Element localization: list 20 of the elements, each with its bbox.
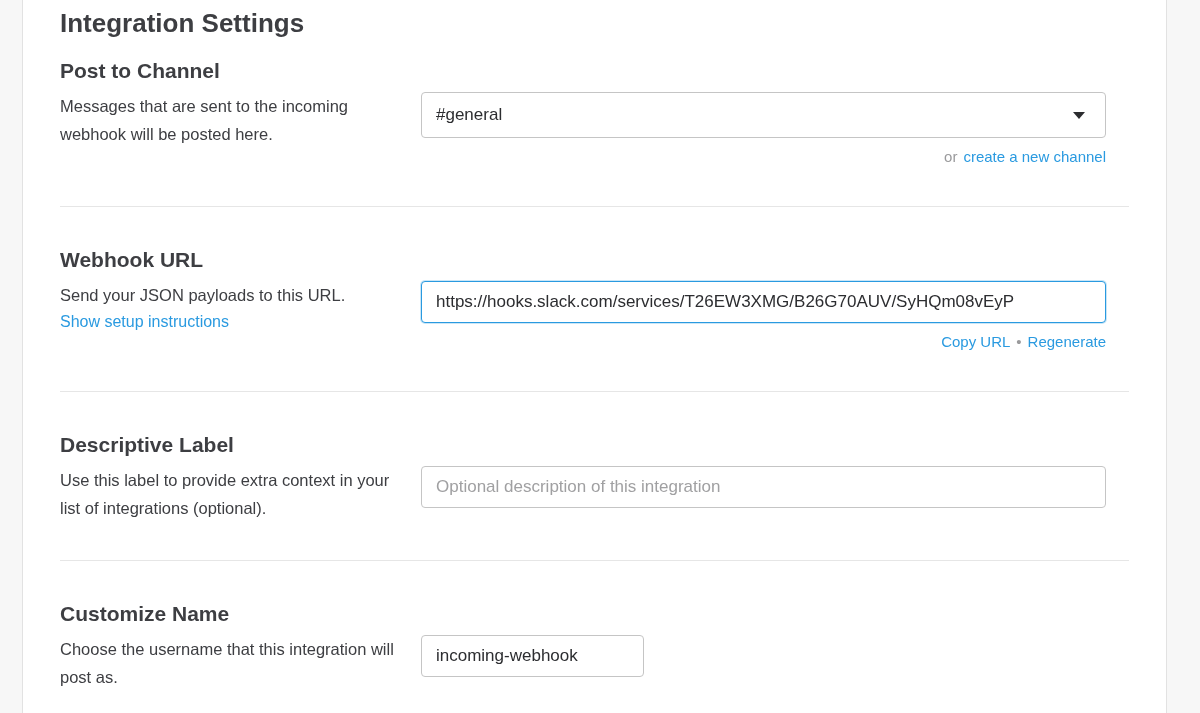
section-description: Send your JSON payloads to this URL. bbox=[60, 285, 347, 306]
section-title: Webhook URL bbox=[60, 247, 205, 273]
action-link[interactable]: create a new channel bbox=[963, 146, 1106, 168]
section-title: Descriptive Label bbox=[60, 432, 235, 458]
helper-text: or bbox=[944, 147, 958, 167]
action-link[interactable]: Regenerate bbox=[1027, 331, 1106, 353]
text-field[interactable]: Optional description of this integration bbox=[421, 466, 1106, 508]
action-link[interactable]: Copy URL bbox=[941, 331, 1011, 353]
section-description: Messages that are sent to the incoming webhook will be posted here. bbox=[60, 96, 349, 145]
section-title: Post to Channel bbox=[60, 58, 221, 84]
setup-instructions-link[interactable]: Show setup instructions bbox=[60, 313, 229, 330]
channel-select[interactable]: #general bbox=[421, 92, 1106, 138]
separator-dot: • bbox=[1016, 332, 1022, 352]
section-description: Choose the username that this integration will post as. bbox=[60, 639, 395, 688]
text-field[interactable]: https://hooks.slack.com/services/T26EW3XMG/B26G70AUV/SyHQm08vEyP bbox=[421, 281, 1106, 323]
page-title: Integration Settings bbox=[60, 7, 306, 40]
text-field[interactable]: incoming-webhook bbox=[421, 635, 644, 677]
section-description: Use this label to provide extra context in your list of integrations (optional). bbox=[60, 470, 391, 519]
section-title: Customize Name bbox=[60, 601, 231, 627]
caret-icon bbox=[1073, 111, 1085, 119]
